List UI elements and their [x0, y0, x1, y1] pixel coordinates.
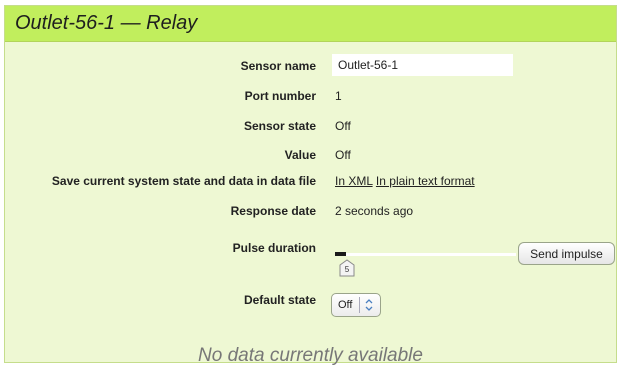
sensor-name-input[interactable]: [332, 54, 513, 76]
title-bar: Outlet-56-1 — Relay: [5, 6, 616, 42]
slider-handle-icon[interactable]: 5: [339, 259, 355, 277]
page-title: Outlet-56-1 — Relay: [15, 12, 198, 34]
port-number-value: 1: [335, 89, 342, 103]
no-data-message: No data currently available: [198, 345, 423, 366]
response-date-value: 2 seconds ago: [335, 204, 414, 218]
save-state-label: Save current system state and data in da…: [51, 174, 316, 188]
default-state-select[interactable]: Off: [331, 293, 381, 317]
value-value: Off: [335, 148, 351, 162]
sensor-state-label: Sensor state: [243, 119, 316, 133]
pulse-duration-slider-fill: [335, 252, 346, 256]
sensor-state-value: Off: [335, 119, 351, 133]
default-state-selected: Off: [338, 299, 353, 311]
save-links: In XML In plain text format: [335, 174, 475, 188]
save-xml-link[interactable]: In XML: [335, 174, 373, 188]
send-impulse-button[interactable]: Send impulse: [518, 242, 615, 265]
updown-arrows-icon: [362, 297, 376, 313]
port-number-label: Port number: [244, 89, 316, 103]
save-plain-text-link[interactable]: In plain text format: [376, 174, 475, 188]
select-divider: [359, 297, 360, 313]
pulse-duration-slider-track[interactable]: [335, 253, 516, 256]
sensor-panel: Outlet-56-1 — Relay Sensor name Port num…: [4, 5, 617, 366]
response-date-label: Response date: [230, 204, 316, 218]
sensor-name-label: Sensor name: [240, 59, 316, 73]
value-label: Value: [284, 148, 316, 162]
pulse-duration-slider-value: 5: [344, 265, 350, 274]
default-state-label: Default state: [243, 293, 316, 307]
pulse-duration-label: Pulse duration: [232, 241, 316, 255]
